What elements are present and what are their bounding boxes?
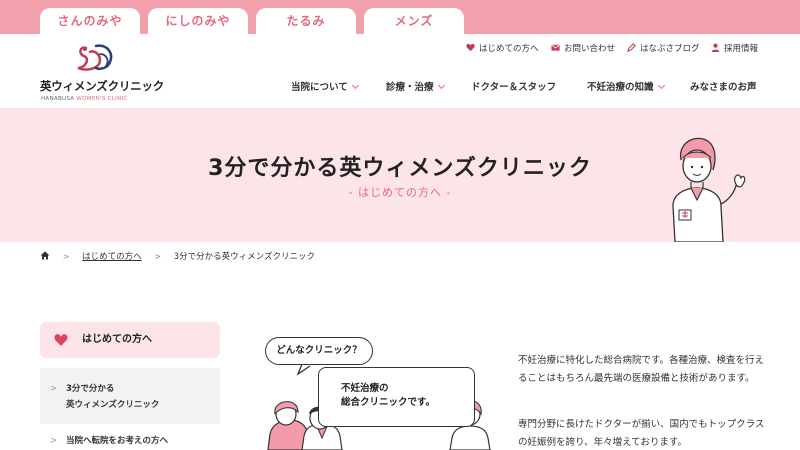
intro-paragraph-2: 専門分野に長けたドクターが揃い、国内でもトップクラスの妊娠例を誇り、年々増えてお… xyxy=(518,419,765,448)
tab-tarumi[interactable]: たるみ xyxy=(256,8,356,34)
location-tab-bar: さんのみや にしのみや たるみ メンズ xyxy=(0,0,800,34)
breadcrumb-first-visit[interactable]: はじめての方へ xyxy=(82,252,142,262)
util-label: お問い合わせ xyxy=(564,44,616,54)
util-link-recruit[interactable]: 採用情報 xyxy=(711,42,758,56)
breadcrumb-separator: > xyxy=(62,252,70,261)
tab-mens[interactable]: メンズ xyxy=(364,8,464,34)
nav-label: 当院について xyxy=(291,82,348,93)
nav-label: 不妊治療の知識 xyxy=(587,82,654,93)
util-label: 採用情報 xyxy=(724,44,759,54)
breadcrumb: > はじめての方へ > 3分で分かる英ウィメンズクリニック xyxy=(40,250,315,264)
util-label: はなぶさブログ xyxy=(640,44,700,54)
answer-line: 不妊治療の xyxy=(341,383,389,394)
site-header: 英ウィメンズクリニック HANABUSA WOMEN'S CLINIC はじめて… xyxy=(0,34,800,108)
logo-sub-right: WOMEN'S CLINIC xyxy=(76,96,128,102)
nurse-illustration xyxy=(672,137,746,242)
clinic-logo[interactable]: 英ウィメンズクリニック HANABUSA WOMEN'S CLINIC xyxy=(40,42,164,102)
chevron-down-icon xyxy=(351,81,359,90)
util-link-blog[interactable]: はなぶさブログ xyxy=(627,42,700,56)
sidebar-item-3min-guide[interactable]: > 3分で分かる 英ウィメンズクリニック xyxy=(40,368,220,424)
sidebar-item-label: 英ウィメンズクリニック xyxy=(66,400,160,410)
person-icon xyxy=(711,43,720,52)
mail-icon xyxy=(551,44,560,51)
nav-label: 診療・治療 xyxy=(386,82,434,93)
breadcrumb-separator: > xyxy=(154,252,162,261)
answer-bubble: 不妊治療の 総合クリニックです。 xyxy=(318,367,475,427)
answer-line: 総合クリニックです。 xyxy=(341,397,436,408)
heart-icon xyxy=(54,334,68,346)
sidebar-heading[interactable]: はじめての方へ xyxy=(40,322,220,358)
sidebar-heading-label: はじめての方へ xyxy=(82,334,152,345)
util-label: はじめての方へ xyxy=(479,44,539,54)
tab-sannomiya[interactable]: さんのみや xyxy=(40,8,140,34)
chevron-right-icon: > xyxy=(50,384,58,394)
hero-banner: 3分で分かる英ウィメンズクリニック - はじめての方へ - xyxy=(0,108,800,242)
breadcrumb-current: 3分で分かる英ウィメンズクリニック xyxy=(173,252,315,262)
nav-treatment[interactable]: 診療・治療 xyxy=(386,79,445,93)
home-icon[interactable] xyxy=(40,251,50,260)
intro-paragraph-1: 不妊治療に特化した総合病院です。各種治療、検査を行えることはもちろん最先端の医療… xyxy=(518,355,765,384)
heart-icon xyxy=(466,43,475,52)
nav-infertility-knowledge[interactable]: 不妊治療の知識 xyxy=(587,79,665,93)
util-link-contact[interactable]: お問い合わせ xyxy=(551,42,615,56)
logo-subtitle: HANABUSA WOMEN'S CLINIC xyxy=(41,96,128,102)
nav-about[interactable]: 当院について xyxy=(291,79,359,93)
sidebar-item-label: 当院へ転院をお考えの方へ xyxy=(66,436,169,446)
util-link-first-visit[interactable]: はじめての方へ xyxy=(466,42,539,56)
swan-logo-icon xyxy=(77,44,113,71)
pencil-icon xyxy=(627,43,636,52)
chevron-right-icon: > xyxy=(50,436,58,446)
question-bubble: どんなクリニック？ xyxy=(265,337,373,365)
logo-sub-left: HANABUSA xyxy=(41,96,75,102)
nav-voices[interactable]: みなさまのお声 xyxy=(690,79,757,93)
nav-label: ドクター＆スタッフ xyxy=(471,82,557,93)
chevron-down-icon xyxy=(657,81,665,90)
sidebar-item-label: 3分で分かる xyxy=(66,384,115,394)
sidebar-item-transfer[interactable]: > 当院へ転院をお考えの方へ xyxy=(40,432,220,450)
tab-nishinomiya[interactable]: にしのみや xyxy=(148,8,248,34)
chevron-down-icon xyxy=(437,81,445,90)
nav-doctors-staff[interactable]: ドクター＆スタッフ xyxy=(471,79,556,93)
nav-label: みなさまのお声 xyxy=(690,82,757,93)
logo-name: 英ウィメンズクリニック xyxy=(40,79,165,93)
